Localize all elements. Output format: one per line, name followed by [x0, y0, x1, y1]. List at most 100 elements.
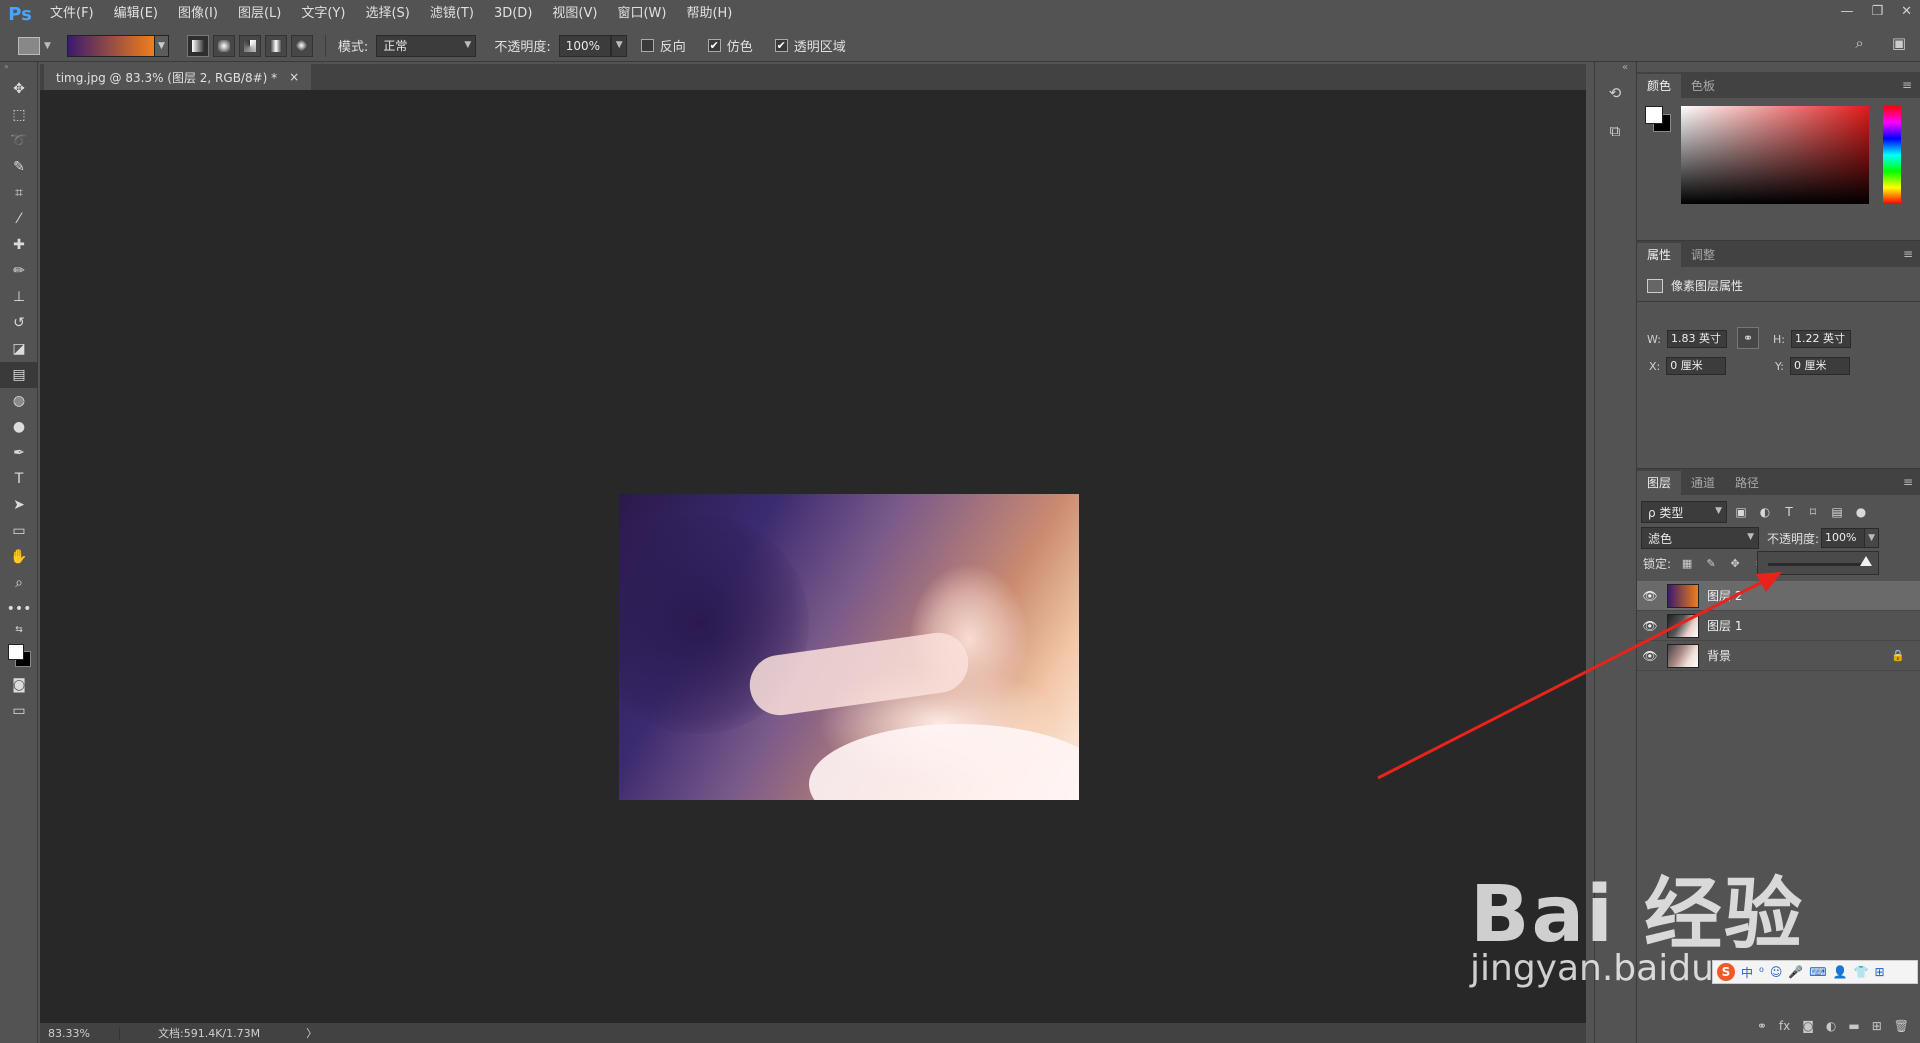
y-input[interactable]: 0 厘米: [1789, 357, 1850, 375]
x-input[interactable]: 0 厘米: [1666, 357, 1727, 375]
swap-colors-icon[interactable]: ⇆: [0, 622, 38, 638]
properties-panel-icon[interactable]: ⧉: [1595, 112, 1635, 150]
width-input[interactable]: 1.83 英寸: [1666, 330, 1727, 348]
screen-mode-icon[interactable]: ▭: [0, 698, 38, 724]
type-filter-icon[interactable]: T: [1779, 503, 1799, 521]
dither-checkbox[interactable]: ✔: [707, 39, 721, 52]
radial-gradient-button[interactable]: [212, 34, 235, 57]
history-brush-tool-icon[interactable]: ↺: [0, 310, 38, 336]
layer-thumbnail[interactable]: [1667, 583, 1699, 608]
menu-3d[interactable]: 3D(D): [484, 0, 542, 28]
lasso-tool-icon[interactable]: ➰: [0, 128, 38, 154]
panel-menu-icon[interactable]: ≡: [1903, 247, 1913, 261]
layer-thumbnail[interactable]: [1667, 643, 1699, 668]
pixel-filter-icon[interactable]: ▣: [1731, 503, 1751, 521]
workspace-icon[interactable]: ▣: [1892, 34, 1906, 52]
gradient-dropdown-icon[interactable]: ▼: [154, 34, 169, 57]
zoom-tool-icon[interactable]: ⌕: [0, 570, 38, 596]
add-mask-icon[interactable]: ◙: [1802, 1019, 1814, 1033]
height-input[interactable]: 1.22 英寸: [1790, 330, 1851, 348]
pen-tool-icon[interactable]: ✒: [0, 440, 38, 466]
canvas-area[interactable]: [40, 90, 1586, 1023]
diamond-gradient-button[interactable]: [290, 34, 313, 57]
menu-select[interactable]: 选择(S): [355, 0, 419, 28]
menu-filter[interactable]: 滤镜(T): [420, 0, 484, 28]
document-image[interactable]: [619, 494, 1079, 800]
color-field[interactable]: [1681, 106, 1869, 204]
tab-paths[interactable]: 路径: [1725, 471, 1769, 495]
menu-type[interactable]: 文字(Y): [291, 0, 355, 28]
history-panel-icon[interactable]: ⟲: [1595, 74, 1635, 112]
opacity-input[interactable]: 100%: [558, 34, 611, 57]
chevron-down-icon[interactable]: ▼: [44, 41, 51, 51]
visibility-eye-icon[interactable]: 👁: [1637, 649, 1663, 663]
rectangle-tool-icon[interactable]: ▭: [0, 518, 38, 544]
layer-name[interactable]: 图层 2: [1707, 587, 1742, 604]
reflected-gradient-button[interactable]: [264, 34, 287, 57]
delete-layer-icon[interactable]: 🗑: [1894, 1019, 1909, 1033]
ime-emoji-icon[interactable]: ☺: [1770, 965, 1783, 979]
reverse-checkbox[interactable]: [640, 39, 654, 52]
quick-select-tool-icon[interactable]: ✎: [0, 154, 38, 180]
close-tab-icon[interactable]: ×: [289, 70, 299, 84]
ime-voice-icon[interactable]: 🎤: [1788, 965, 1803, 979]
panel-menu-icon[interactable]: ≡: [1902, 78, 1912, 92]
adjustment-layer-icon[interactable]: ◐: [1826, 1019, 1836, 1033]
layer-opacity-input[interactable]: 100%: [1821, 528, 1866, 548]
path-select-tool-icon[interactable]: ➤: [0, 492, 38, 518]
hue-slider[interactable]: [1883, 106, 1901, 204]
new-group-icon[interactable]: ▬: [1848, 1019, 1859, 1033]
crop-tool-icon[interactable]: ⌗: [0, 180, 38, 206]
ime-skin-icon[interactable]: 👕: [1854, 965, 1869, 979]
opacity-slider-track[interactable]: [1768, 563, 1866, 566]
eraser-tool-icon[interactable]: ◪: [0, 336, 38, 362]
close-icon[interactable]: ✕: [1901, 4, 1912, 19]
layer-lock-icon[interactable]: 🔒: [1891, 649, 1905, 662]
collapse-panels-icon[interactable]: «: [1622, 62, 1628, 73]
layer-opacity-dropdown-icon[interactable]: ▼: [1865, 528, 1880, 548]
tab-swatches[interactable]: 色板: [1681, 74, 1725, 98]
visibility-eye-icon[interactable]: 👁: [1637, 589, 1663, 603]
foreground-color[interactable]: [8, 644, 24, 660]
fx-icon[interactable]: fx: [1779, 1019, 1790, 1033]
document-tab[interactable]: timg.jpg @ 83.3% (图层 2, RGB/8#) * ×: [44, 64, 312, 90]
marquee-tool-icon[interactable]: ⬚: [0, 102, 38, 128]
ime-grid-icon[interactable]: ⊞: [1875, 965, 1885, 979]
tab-layers[interactable]: 图层: [1637, 471, 1682, 495]
blend-mode-select[interactable]: 滤色 ▼: [1641, 527, 1759, 549]
sogou-ime-icon[interactable]: S: [1717, 963, 1735, 981]
dodge-tool-icon[interactable]: ●: [0, 414, 38, 440]
visibility-eye-icon[interactable]: 👁: [1637, 619, 1663, 633]
lock-transparent-icon[interactable]: ▦: [1679, 556, 1695, 572]
lock-position-icon[interactable]: ✥: [1727, 556, 1743, 572]
filter-toggle-icon[interactable]: ●: [1851, 503, 1871, 521]
ime-user-icon[interactable]: 👤: [1833, 965, 1848, 979]
healing-brush-tool-icon[interactable]: ✚: [0, 232, 38, 258]
lock-pixels-icon[interactable]: ✎: [1703, 556, 1719, 572]
menu-help[interactable]: 帮助(H): [676, 0, 742, 28]
eyedropper-tool-icon[interactable]: ⁄: [0, 206, 38, 232]
ime-punct-icon[interactable]: ⁰: [1759, 965, 1764, 979]
tab-channels[interactable]: 通道: [1681, 471, 1725, 495]
stamp-tool-icon[interactable]: ⊥: [0, 284, 38, 310]
shape-filter-icon[interactable]: ⌑: [1803, 503, 1823, 521]
transparency-checkbox[interactable]: ✔: [774, 39, 788, 52]
angle-gradient-button[interactable]: [238, 34, 261, 57]
opacity-dropdown[interactable]: ▼: [610, 34, 627, 57]
layer-row[interactable]: 👁 背景 🔒: [1637, 641, 1920, 671]
menu-view[interactable]: 视图(V): [542, 0, 607, 28]
search-icon[interactable]: ⌕: [1855, 34, 1863, 52]
restore-icon[interactable]: ❐: [1871, 4, 1883, 19]
layer-row[interactable]: 👁 图层 2: [1637, 581, 1920, 611]
opacity-slider-thumb[interactable]: [1860, 556, 1872, 566]
link-layers-icon[interactable]: ⚭: [1757, 1019, 1767, 1033]
menu-file[interactable]: 文件(F): [40, 0, 104, 28]
gradient-tool-preset-icon[interactable]: [18, 36, 40, 55]
ime-mode-label[interactable]: 中: [1741, 964, 1753, 981]
tab-adjustments[interactable]: 调整: [1681, 243, 1725, 267]
move-tool-icon[interactable]: ✥: [0, 76, 38, 102]
link-dimensions-icon[interactable]: ⚭: [1737, 327, 1759, 349]
blur-tool-icon[interactable]: ◍: [0, 388, 38, 414]
color-swatches[interactable]: [0, 638, 38, 672]
layer-row[interactable]: 👁 图层 1: [1637, 611, 1920, 641]
